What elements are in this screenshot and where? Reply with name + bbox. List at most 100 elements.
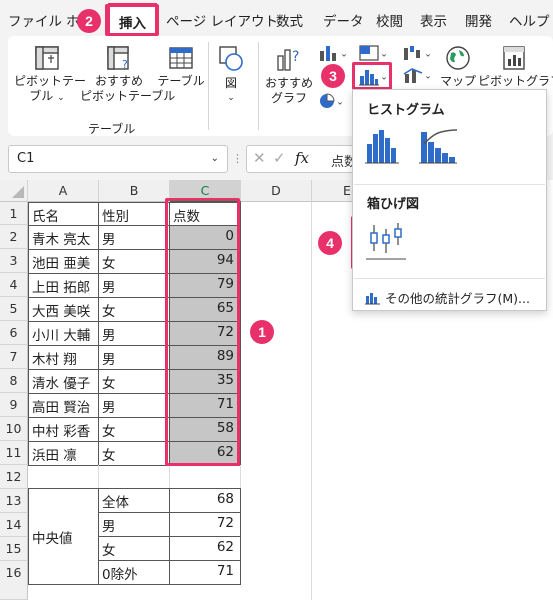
maps-button[interactable]: マップ xyxy=(440,44,476,89)
dropdown-divider xyxy=(354,184,545,185)
cell-gender[interactable]: 男 xyxy=(98,225,170,250)
row-header[interactable]: 2 xyxy=(0,225,28,249)
box-whisker-option[interactable] xyxy=(362,221,412,263)
column-header-b[interactable]: B xyxy=(99,180,170,202)
chevron-down-icon: ⌄ xyxy=(380,49,388,60)
tab-data[interactable]: データ xyxy=(323,10,364,30)
cell-header-name[interactable]: 氏名 xyxy=(28,202,99,226)
globe-icon xyxy=(446,46,470,70)
pareto-option[interactable] xyxy=(417,126,461,166)
row-header[interactable]: 5 xyxy=(0,297,28,321)
tab-view[interactable]: 表示 xyxy=(420,10,447,30)
cell-name[interactable]: 上田 拓郎 xyxy=(28,273,99,298)
cell-empty[interactable] xyxy=(28,465,99,489)
row-header[interactable]: 10 xyxy=(0,417,28,441)
waterfall-chart-button[interactable]: ⌄ xyxy=(400,44,434,63)
pivot-chart-button[interactable]: ピボットグラフ xyxy=(478,44,553,89)
box-whisker-icon xyxy=(366,223,406,260)
cell-median-value[interactable]: 62 xyxy=(169,536,241,561)
pivot-table-button[interactable]: ピボットテー ブル ⌄ xyxy=(14,44,86,106)
ribbon-divider xyxy=(258,42,259,130)
row-header[interactable]: 6 xyxy=(0,321,28,345)
table-button[interactable]: テーブル xyxy=(156,44,206,89)
cell-gender[interactable]: 男 xyxy=(98,321,170,346)
cell-median-value[interactable]: 71 xyxy=(169,560,241,585)
cell-gender[interactable]: 女 xyxy=(98,417,170,442)
row-header[interactable]: 11 xyxy=(0,441,28,465)
row-header[interactable]: 13 xyxy=(0,489,28,513)
corner-triangle-icon xyxy=(12,186,24,198)
cell-name[interactable]: 中村 彩香 xyxy=(28,417,99,442)
tab-file[interactable]: ファイル xyxy=(8,10,62,30)
cell-header-gender[interactable]: 性別 xyxy=(98,202,170,226)
cell-empty[interactable] xyxy=(170,465,241,489)
cell-name[interactable]: 大西 美咲 xyxy=(28,297,99,322)
select-all-corner[interactable] xyxy=(0,180,28,202)
histogram-option[interactable] xyxy=(363,126,403,166)
cancel-icon[interactable]: ✕ xyxy=(253,149,266,167)
cell-median-value[interactable]: 68 xyxy=(169,488,241,513)
waterfall-chart-icon xyxy=(404,46,421,60)
tab-formulas[interactable]: 数式 xyxy=(276,10,303,30)
combo-chart-button[interactable]: ⌄ xyxy=(400,66,434,85)
highlight-insert-tab xyxy=(105,4,159,36)
cell-name[interactable]: 青木 亮太 xyxy=(28,225,99,250)
row-header[interactable]: 7 xyxy=(0,345,28,369)
cell-median-value[interactable]: 72 xyxy=(169,512,241,537)
recommended-charts-button[interactable]: ? おすすめ グラフ xyxy=(264,44,314,106)
chevron-down-icon: ⌄ xyxy=(424,49,432,60)
row-header[interactable]: 4 xyxy=(0,273,28,297)
row-header[interactable]: 8 xyxy=(0,369,28,393)
group-label-tables: テーブル xyxy=(88,122,136,136)
column-header-a[interactable]: A xyxy=(28,180,99,202)
row-header[interactable]: 9 xyxy=(0,393,28,417)
row-header[interactable]: 14 xyxy=(0,513,28,537)
pivot-table-icon xyxy=(35,46,59,70)
fx-icon[interactable]: fx xyxy=(295,149,309,167)
hierarchy-chart-button[interactable]: ⌄ xyxy=(356,44,390,63)
cell-name[interactable]: 高田 賢治 xyxy=(28,393,99,418)
cell-gender[interactable]: 女 xyxy=(98,297,170,322)
cell-name[interactable]: 小川 大輔 xyxy=(28,321,99,346)
chevron-down-icon: ⌄ xyxy=(424,71,432,82)
name-box[interactable]: C1 ⌄ xyxy=(8,145,228,173)
cell-gender[interactable]: 男 xyxy=(98,345,170,370)
cell-name[interactable]: 池田 亜美 xyxy=(28,249,99,274)
cell-empty[interactable] xyxy=(99,465,170,489)
illustrations-button[interactable]: 図 ⌄ xyxy=(214,44,248,106)
tab-page-layout[interactable]: ページ レイアウト xyxy=(166,10,278,30)
cell-name[interactable]: 木村 翔 xyxy=(28,345,99,370)
column-chart-button[interactable]: ⌄ xyxy=(316,44,350,63)
chevron-down-icon: ⌄ xyxy=(57,93,65,103)
row-header[interactable]: 1 xyxy=(0,202,28,225)
tab-developer[interactable]: 開発 xyxy=(465,10,492,30)
chevron-down-icon: ⌄ xyxy=(340,49,348,60)
row-header[interactable]: 16 xyxy=(0,561,28,600)
row-header[interactable]: 12 xyxy=(0,465,28,489)
tab-review[interactable]: 校閲 xyxy=(376,10,403,30)
cell-name[interactable]: 浜田 凛 xyxy=(28,441,99,466)
cell-median-group[interactable]: 全体 xyxy=(98,488,170,513)
column-header-d[interactable]: D xyxy=(241,180,312,202)
row-header[interactable]: 3 xyxy=(0,249,28,273)
cell-median-group[interactable]: 男 xyxy=(98,512,170,537)
cell-median-group[interactable]: 女 xyxy=(98,536,170,561)
pie-chart-button[interactable]: ⌄ xyxy=(314,92,348,111)
row-header[interactable]: 15 xyxy=(0,537,28,561)
recommended-pivot-table-button[interactable]: ? おすすめ ピボットテーブル xyxy=(80,44,175,104)
more-statistic-charts-item[interactable]: その他の統計グラフ(M)... xyxy=(365,288,530,307)
cell-gender[interactable]: 女 xyxy=(98,369,170,394)
cell-median-label[interactable]: 中央値 xyxy=(28,488,99,585)
tab-help[interactable]: ヘルプ xyxy=(509,10,550,30)
cell-gender[interactable]: 女 xyxy=(98,249,170,274)
step-badge-4: 4 xyxy=(318,231,342,255)
statistic-chart-icon xyxy=(365,293,380,305)
cell-gender[interactable]: 男 xyxy=(98,393,170,418)
enter-icon[interactable]: ✓ xyxy=(273,149,286,167)
cell-gender[interactable]: 男 xyxy=(98,273,170,298)
cell-name[interactable]: 清水 優子 xyxy=(28,369,99,394)
cell-gender[interactable]: 女 xyxy=(98,441,170,466)
histogram-icon xyxy=(365,130,399,164)
cell-median-group[interactable]: 0除外 xyxy=(98,560,170,585)
boxplot-heading: 箱ひげ図 xyxy=(367,197,420,212)
